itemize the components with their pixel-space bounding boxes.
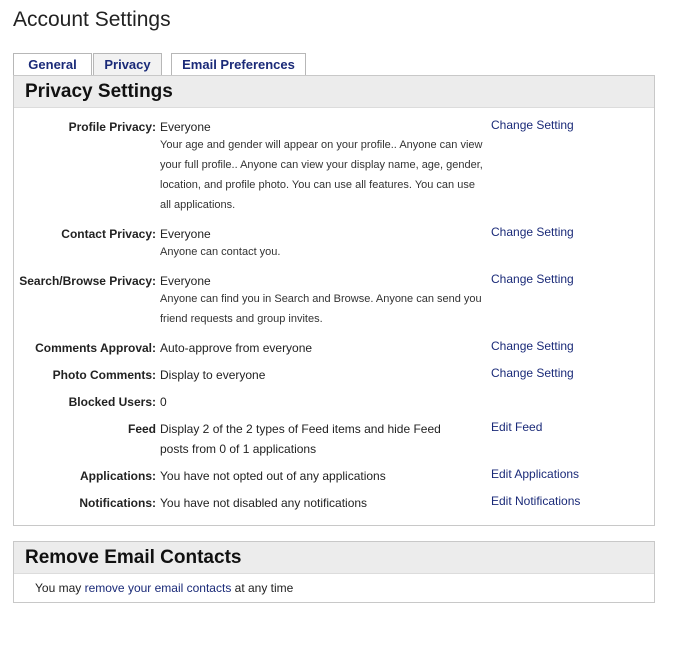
- tab-privacy[interactable]: Privacy: [93, 53, 162, 77]
- notifications-label: Notifications:: [79, 496, 156, 510]
- remove-email-contacts-suffix: at any time: [231, 581, 294, 595]
- remove-email-contacts-text: You may remove your email contacts at an…: [35, 581, 293, 595]
- photo-comments-label: Photo Comments:: [52, 368, 156, 382]
- profile-privacy-change-link[interactable]: Change Setting: [491, 118, 574, 132]
- blocked-users-label: Blocked Users:: [68, 395, 156, 409]
- edit-applications-link[interactable]: Edit Applications: [491, 467, 579, 481]
- tab-general[interactable]: General: [13, 53, 92, 76]
- photo-comments-value: Display to everyone: [160, 368, 266, 382]
- search-browse-privacy-label: Search/Browse Privacy:: [19, 274, 156, 288]
- search-browse-privacy-value: Everyone: [160, 274, 211, 288]
- contact-privacy-change-link[interactable]: Change Setting: [491, 225, 574, 239]
- applications-value: You have not opted out of any applicatio…: [160, 469, 386, 483]
- comments-approval-value: Auto-approve from everyone: [160, 341, 313, 355]
- edit-feed-link[interactable]: Edit Feed: [491, 420, 542, 434]
- comments-approval-label: Comments Approval:: [35, 341, 156, 355]
- remove-email-contacts-prefix: You may: [35, 581, 85, 595]
- remove-email-contacts-panel: Remove Email Contacts You may remove you…: [13, 541, 655, 603]
- search-browse-privacy-description: Anyone can find you in Search and Browse…: [160, 293, 482, 325]
- profile-privacy-description: Your age and gender will appear on your …: [160, 139, 483, 211]
- comments-approval-change-link[interactable]: Change Setting: [491, 339, 574, 353]
- contact-privacy-label: Contact Privacy:: [61, 227, 156, 241]
- profile-privacy-label: Profile Privacy:: [68, 120, 156, 134]
- notifications-value: You have not disabled any notifications: [160, 496, 368, 510]
- applications-label: Applications:: [79, 469, 156, 483]
- privacy-settings-panel: Privacy Settings Profile Privacy: Everyo…: [13, 75, 655, 526]
- remove-email-contacts-header: Remove Email Contacts: [14, 542, 654, 574]
- contact-privacy-value: Everyone: [160, 227, 211, 241]
- photo-comments-change-link[interactable]: Change Setting: [491, 366, 574, 380]
- contact-privacy-description: Anyone can contact you.: [160, 246, 281, 258]
- search-browse-privacy-change-link[interactable]: Change Setting: [491, 272, 574, 286]
- blocked-users-value: 0: [160, 395, 167, 409]
- profile-privacy-value: Everyone: [160, 120, 211, 134]
- remove-email-contacts-link[interactable]: remove your email contacts: [85, 581, 232, 595]
- feed-value: Display 2 of the 2 types of Feed items a…: [160, 422, 441, 456]
- privacy-settings-header: Privacy Settings: [14, 76, 654, 108]
- tab-email-preferences[interactable]: Email Preferences: [171, 53, 306, 76]
- edit-notifications-link[interactable]: Edit Notifications: [491, 494, 580, 508]
- feed-label: Feed: [127, 422, 156, 436]
- page-title: Account Settings: [13, 8, 171, 31]
